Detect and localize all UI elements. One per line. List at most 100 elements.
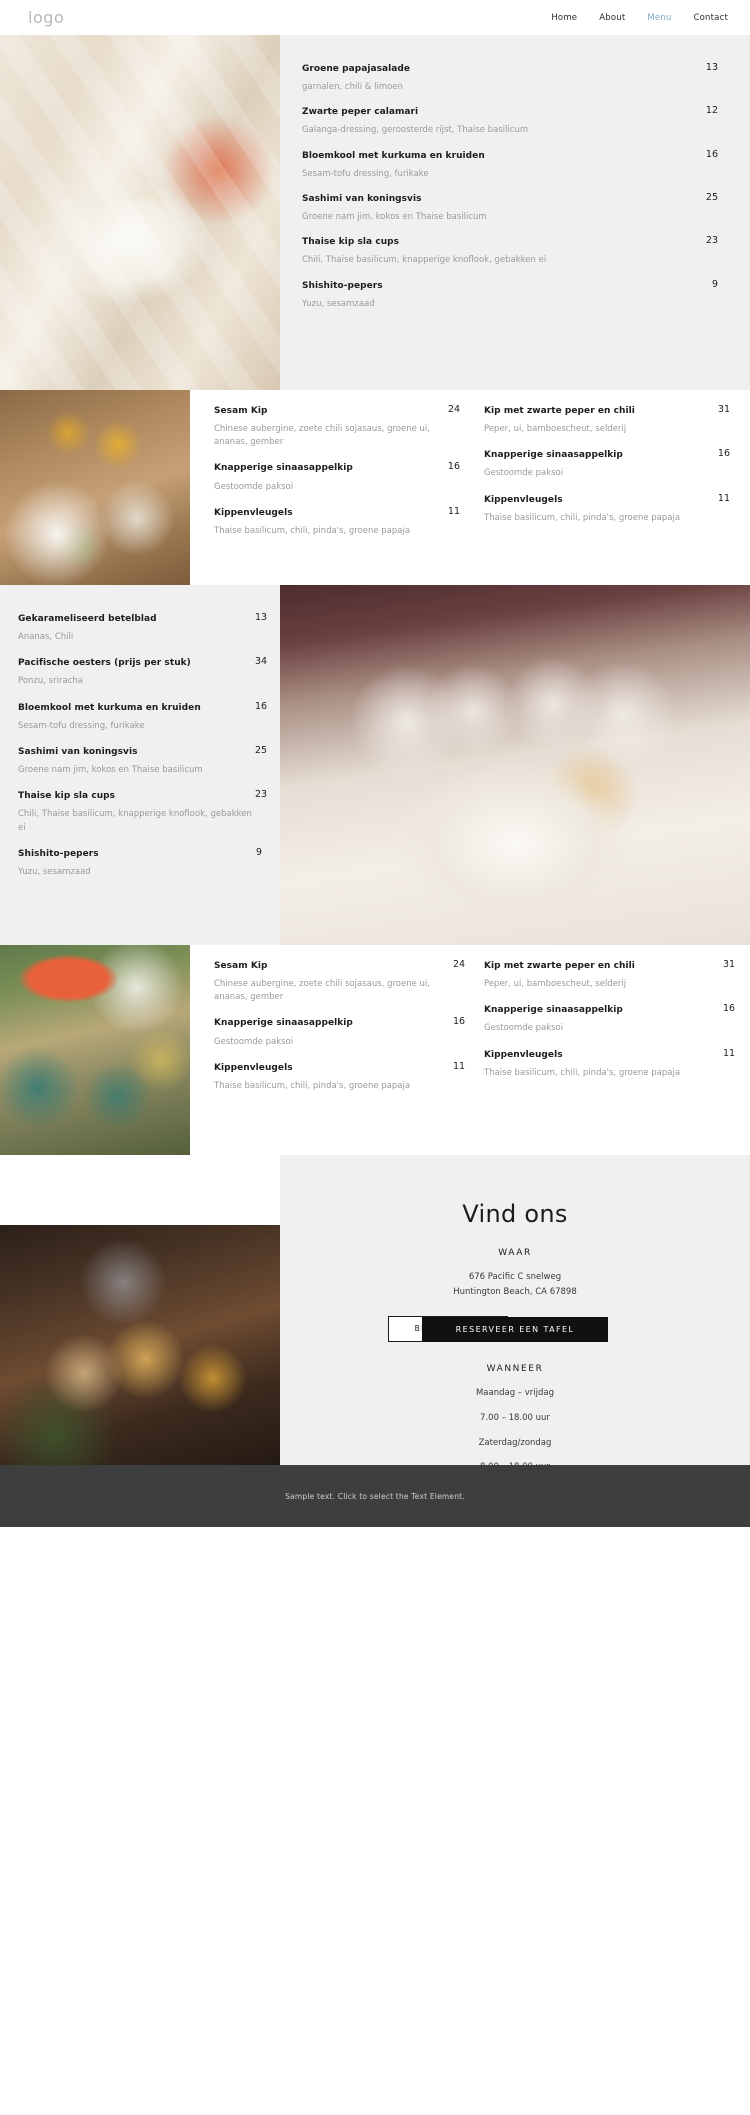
section5-photo xyxy=(0,1225,280,1465)
section4-menu-columns: Sesam Kip 24 Chinese aubergine, zoete ch… xyxy=(190,945,750,1155)
where-label: WAAR xyxy=(498,1248,532,1258)
menu-item[interactable]: Thaise kip sla cups 23 Chili, Thaise bas… xyxy=(302,235,718,267)
logo[interactable]: logo xyxy=(28,8,64,27)
section1-menu-list: Groene papajasalade 13 garnalen, chili &… xyxy=(280,35,750,390)
footer-text[interactable]: Sample text. Click to select the Text El… xyxy=(285,1492,465,1501)
section2-left-column: Sesam Kip 24 Chinese aubergine, zoete ch… xyxy=(202,404,472,585)
nav-item-about[interactable]: About xyxy=(599,13,625,23)
section2-right-column: Kip met zwarte peper en chili 31 Peper, … xyxy=(472,404,742,585)
menu-item-description: Chinese aubergine, zoete chili sojasaus,… xyxy=(214,979,430,1003)
menu-item[interactable]: Sashimi van koningsvis 25 Groene nam jim… xyxy=(302,192,718,224)
food-plate-image xyxy=(0,35,280,390)
menu-item[interactable]: Bloemkool met kurkuma en kruiden 16 Sesa… xyxy=(302,149,718,181)
menu-item[interactable]: Shishito-pepers 9 Yuzu, sesamzaad xyxy=(302,278,718,311)
menu-item[interactable]: Sashimi van koningsvis 25 Groene nam jim… xyxy=(18,745,267,777)
menu-item-description: Thaise basilicum, chili, pinda's, groene… xyxy=(484,1067,681,1078)
menu-item[interactable]: Kippenvleugels 11 Thaise basilicum, chil… xyxy=(214,505,460,538)
find-us-buttons: BEKIJK KAART RESERVEER EEN TAFEL xyxy=(320,1315,710,1342)
menu-item-price: 16 xyxy=(453,1016,466,1028)
menu-item-description: Chili, Thaise basilicum, knapperige knof… xyxy=(302,255,547,266)
menu-item-name: Thaise kip sla cups xyxy=(18,791,116,802)
menu-item-description: Galanga-dressing, geroosterde rijst, Tha… xyxy=(302,125,529,136)
menu-item-price: 31 xyxy=(717,404,730,415)
menu-item-price: 16 xyxy=(255,700,268,712)
menu-item[interactable]: Knapperige sinaasappelkip 16 Gestoomde p… xyxy=(214,1016,466,1048)
menu-item-name: Kippenvleugels xyxy=(214,507,293,518)
menu-section-starters: Groene papajasalade 13 garnalen, chili &… xyxy=(0,35,750,390)
menu-item[interactable]: Thaise kip sla cups 23 Chili, Thaise bas… xyxy=(18,789,268,834)
menu-item-name: Kip met zwarte peper en chili xyxy=(484,406,635,416)
menu-item-price: 11 xyxy=(723,1047,736,1059)
menu-item-name: Bloemkool met kurkuma en kruiden xyxy=(302,150,485,161)
section4-photo xyxy=(0,945,190,1155)
nav-item-contact[interactable]: Contact xyxy=(694,13,728,23)
menu-item[interactable]: Kippenvleugels 11 Thaise basilicum, chil… xyxy=(214,1061,465,1093)
menu-item[interactable]: Knapperige sinaasappelkip 16 Gestoomde p… xyxy=(484,448,730,480)
menu-section-mains-upper: Sesam Kip 24 Chinese aubergine, zoete ch… xyxy=(0,390,750,585)
find-us-title: Vind ons xyxy=(462,1200,568,1228)
menu-item-price: 11 xyxy=(447,505,460,517)
section2-menu-columns: Sesam Kip 24 Chinese aubergine, zoete ch… xyxy=(190,390,750,585)
menu-item[interactable]: Groene papajasalade 13 garnalen, chili &… xyxy=(302,62,718,94)
menu-item-name: Knapperige sinaasappelkip xyxy=(214,463,353,474)
hours-time-weekday: 7.00 – 18.00 uur xyxy=(480,1412,550,1423)
menu-item-name: Gekarameliseerd betelblad xyxy=(18,614,157,624)
menu-item[interactable]: Bloemkool met kurkuma en kruiden 16 Sesa… xyxy=(18,700,268,733)
menu-item-description: Ananas, Chili xyxy=(18,632,74,643)
menu-item-description: Gestoomde paksoi xyxy=(484,1023,564,1034)
find-us-section: Vind ons WAAR 676 Pacific C snelweg Hunt… xyxy=(0,1155,750,1472)
nav-item-menu[interactable]: Menu xyxy=(647,13,671,23)
menu-item[interactable]: Sesam Kip 24 Chinese aubergine, zoete ch… xyxy=(214,404,460,449)
reserve-table-button[interactable]: RESERVEER EEN TAFEL xyxy=(422,1316,608,1342)
menu-item-price: 9 xyxy=(711,278,718,290)
menu-item-description: Ponzu, sriracha xyxy=(18,676,83,687)
menu-item[interactable]: Kippenvleugels 11 Thaise basilicum, chil… xyxy=(484,492,730,525)
hours-days-weekend: Zaterdag/zondag xyxy=(478,1437,552,1448)
menu-item-name: Sashimi van koningsvis xyxy=(18,746,138,757)
menu-item-description: garnalen, chili & limoen xyxy=(302,82,403,93)
address-line-1: 676 Pacific C snelweg xyxy=(468,1272,562,1282)
menu-item-description: Sesam-tofu dressing, furikake xyxy=(18,720,145,731)
menu-item-description: Groene nam jim, kokos en Thaise basilicu… xyxy=(18,765,203,776)
menu-item-price: 11 xyxy=(717,492,730,504)
menu-item[interactable]: Pacifische oesters (prijs per stuk) 34 P… xyxy=(18,656,267,688)
section3-photo xyxy=(280,585,750,945)
menu-item[interactable]: Knapperige sinaasappelkip 16 Gestoomde p… xyxy=(484,1003,736,1035)
dining-table-setting-image xyxy=(280,585,750,945)
menu-item-name: Shishito-pepers xyxy=(302,280,383,291)
menu-item-price: 13 xyxy=(255,612,268,623)
menu-item-name: Knapperige sinaasappelkip xyxy=(484,450,623,461)
menu-item-description: Gestoomde paksoi xyxy=(214,1036,294,1047)
menu-item-description: Chili, Thaise basilicum, knapperige knof… xyxy=(18,809,252,833)
menu-item-name: Sesam Kip xyxy=(214,406,268,416)
nav-item-home[interactable]: Home xyxy=(551,13,577,23)
menu-item-price: 16 xyxy=(717,448,730,460)
menu-item-price: 24 xyxy=(453,959,466,970)
menu-item-description: Peper, ui, bamboescheut, selderij xyxy=(484,979,627,990)
menu-item-description: Thaise basilicum, chili, pinda's, groene… xyxy=(214,525,411,536)
menu-item-price: 13 xyxy=(705,62,718,73)
find-us-panel: Vind ons WAAR 676 Pacific C snelweg Hunt… xyxy=(280,1155,750,1472)
menu-item-name: Pacifische oesters (prijs per stuk) xyxy=(18,658,191,669)
menu-item[interactable]: Gekarameliseerd betelblad 13 Ananas, Chi… xyxy=(18,612,268,644)
section3-menu-list: Gekarameliseerd betelblad 13 Ananas, Chi… xyxy=(0,585,280,945)
server-with-food-image xyxy=(0,1225,280,1465)
menu-item-description: Yuzu, sesamzaad xyxy=(302,298,375,309)
section1-photo xyxy=(0,35,280,390)
menu-item[interactable]: Kip met zwarte peper en chili 31 Peper, … xyxy=(484,959,735,991)
menu-item-price: 16 xyxy=(723,1003,736,1015)
menu-item-description: Sesam-tofu dressing, furikake xyxy=(302,168,429,179)
menu-item[interactable]: Kippenvleugels 11 Thaise basilicum, chil… xyxy=(484,1047,736,1080)
menu-item-price: 9 xyxy=(255,846,262,858)
menu-item[interactable]: Knapperige sinaasappelkip 16 Gestoomde p… xyxy=(214,462,460,493)
menu-item[interactable]: Zwarte peper calamari 12 Galanga-dressin… xyxy=(302,105,718,137)
menu-item-name: Knapperige sinaasappelkip xyxy=(214,1018,353,1029)
section4-left-column: Sesam Kip 24 Chinese aubergine, zoete ch… xyxy=(202,959,472,1155)
menu-item[interactable]: Kip met zwarte peper en chili 31 Peper, … xyxy=(484,404,730,436)
menu-item-name: Knapperige sinaasappelkip xyxy=(484,1005,623,1016)
menu-item-description: Gestoomde paksoi xyxy=(484,468,564,479)
menu-item[interactable]: Sesam Kip 24 Chinese aubergine, zoete ch… xyxy=(214,959,466,1004)
menu-item-name: Sesam Kip xyxy=(214,961,268,971)
menu-item[interactable]: Shishito-pepers 9 Yuzu, sesamzaad xyxy=(18,846,262,879)
menu-item-price: 23 xyxy=(255,789,268,801)
